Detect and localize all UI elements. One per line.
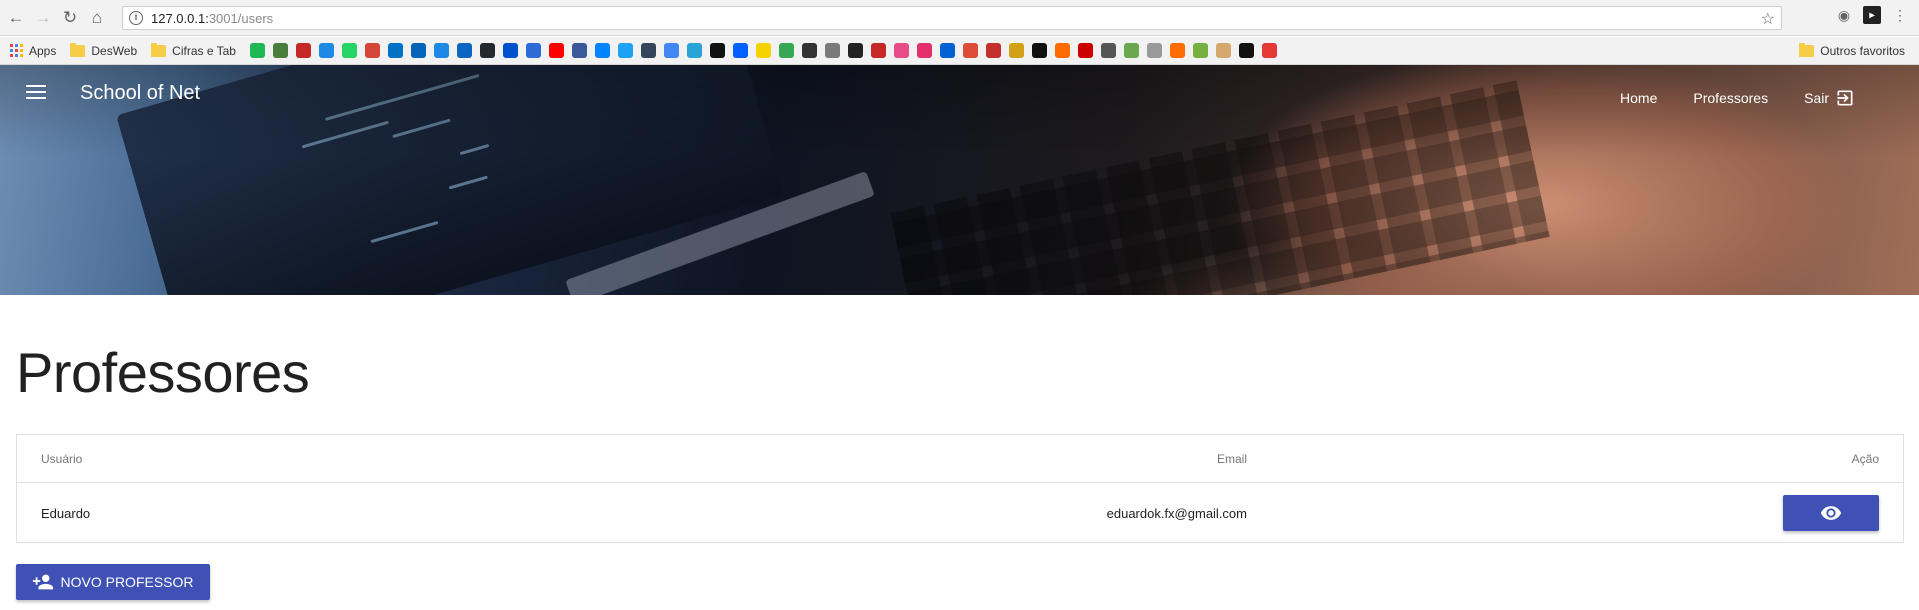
bookmark-favicon-icon[interactable] — [456, 43, 472, 58]
bookmark-favicon-icon[interactable] — [1008, 43, 1024, 58]
bookmark-star-icon[interactable]: ☆ — [1761, 9, 1775, 29]
address-bar[interactable]: i 127.0.0.1: 3001/users ☆ — [122, 6, 1782, 30]
bookmark-folder-label: DesWeb — [91, 43, 138, 58]
bookmark-favicon-icon[interactable] — [272, 43, 288, 58]
apps-grid-icon — [10, 44, 23, 57]
bookmark-folder-cifras[interactable]: Cifras e Tab — [151, 42, 236, 58]
bookmark-favicon-icon[interactable] — [778, 43, 794, 58]
bookmark-other-favorites[interactable]: Outros favoritos — [1799, 43, 1905, 58]
folder-icon — [70, 42, 86, 57]
view-user-button[interactable] — [1783, 495, 1879, 531]
bookmark-favicon-icon[interactable] — [893, 43, 909, 58]
back-icon[interactable]: ← — [5, 7, 27, 29]
bookmark-apps[interactable]: Apps — [10, 44, 56, 58]
column-header-usuario: Usuário — [41, 451, 83, 466]
more-menu-icon[interactable]: ⋮ — [1891, 6, 1909, 24]
bookmark-favicon-icon[interactable] — [571, 43, 587, 58]
table-row: Eduardo eduardok.fx@gmail.com — [17, 483, 1903, 543]
bookmark-favicon-icon[interactable] — [732, 43, 748, 58]
other-favorites-label: Outros favoritos — [1820, 44, 1905, 58]
home-icon[interactable]: ⌂ — [86, 7, 108, 29]
bookmark-favicon-icon[interactable] — [1238, 43, 1254, 58]
nav-sair[interactable]: Sair — [1804, 88, 1855, 108]
bookmark-favicon-icon[interactable] — [548, 43, 564, 58]
camera-icon[interactable]: ◉ — [1835, 6, 1853, 24]
nav-professores[interactable]: Professores — [1693, 90, 1768, 106]
bookmark-favicon-icon[interactable] — [985, 43, 1001, 58]
extension-icon[interactable]: ▸ — [1863, 6, 1881, 24]
bookmark-favicon-icon[interactable] — [433, 43, 449, 58]
bookmark-favicon-icon[interactable] — [962, 43, 978, 58]
nav-home[interactable]: Home — [1620, 90, 1657, 106]
cell-user: Eduardo — [41, 505, 91, 521]
bookmark-favicon-icon[interactable] — [640, 43, 656, 58]
page-title: Professores — [16, 341, 310, 404]
bookmarks-bar: Apps DesWeb Cifras e Tab Outros favorito… — [0, 37, 1919, 65]
forward-icon[interactable]: → — [32, 7, 54, 29]
bookmark-favicon-icon[interactable] — [525, 43, 541, 58]
bookmark-favicon-icon[interactable] — [686, 43, 702, 58]
bookmark-favicon-icon[interactable] — [364, 43, 380, 58]
reload-icon[interactable]: ↻ — [59, 7, 81, 29]
new-professor-button[interactable]: NOVO PROFESSOR — [16, 564, 210, 600]
cell-email: eduardok.fx@gmail.com — [1106, 505, 1247, 521]
folder-icon — [151, 42, 167, 57]
bookmark-favicon-icon[interactable] — [870, 43, 886, 58]
bookmark-favicon-icon[interactable] — [1215, 43, 1231, 58]
hamburger-menu-icon[interactable] — [26, 85, 46, 99]
bookmark-favicon-icon[interactable] — [755, 43, 771, 58]
bookmark-favicon-icon[interactable] — [341, 43, 357, 58]
bookmark-favicon-icon[interactable] — [847, 43, 863, 58]
bookmark-favicon-icon[interactable] — [617, 43, 633, 58]
bookmark-favicon-icon[interactable] — [801, 43, 817, 58]
person-add-icon — [33, 574, 54, 590]
header-hero-image: School of Net Home Professores Sair — [0, 65, 1919, 295]
bookmark-favicon-icon[interactable] — [1192, 43, 1208, 58]
bookmark-favicon-icon[interactable] — [479, 43, 495, 58]
bookmark-favicon-icon[interactable] — [1261, 43, 1277, 58]
apps-label: Apps — [29, 43, 57, 58]
bookmark-favicon-icon[interactable] — [1054, 43, 1070, 58]
bookmark-favicon-icon[interactable] — [295, 43, 311, 58]
cell-action — [1783, 483, 1879, 543]
users-table: Usuário Email Ação Eduardo eduardok.fx@g… — [16, 434, 1904, 543]
folder-icon — [1799, 43, 1815, 57]
column-header-email: Email — [1216, 451, 1247, 466]
toolbar-extensions: ◉ ▸ ⋮ — [1835, 6, 1919, 24]
bookmark-favicon-icon[interactable] — [249, 43, 265, 58]
bookmark-favicon-icon[interactable] — [594, 43, 610, 58]
top-navigation: Home Professores Sair — [1620, 88, 1855, 108]
new-professor-label: NOVO PROFESSOR — [60, 574, 194, 590]
bookmark-favicon-icon[interactable] — [1169, 43, 1185, 58]
nav-sair-label: Sair — [1804, 90, 1829, 106]
bookmark-favicon-icon[interactable] — [318, 43, 334, 58]
bookmark-favicon-icon[interactable] — [663, 43, 679, 58]
brand-title[interactable]: School of Net — [80, 82, 200, 105]
bookmark-favicon-icon[interactable] — [502, 43, 518, 58]
bookmark-favicon-icon[interactable] — [939, 43, 955, 58]
column-header-acao: Ação — [1851, 451, 1879, 466]
bookmark-favicons — [249, 43, 1285, 58]
bookmark-favicon-icon[interactable] — [1100, 43, 1116, 58]
bookmark-favicon-icon[interactable] — [824, 43, 840, 58]
exit-icon — [1837, 90, 1853, 106]
eye-icon — [1820, 506, 1842, 520]
url-host: 127.0.0.1: — [151, 10, 209, 26]
browser-toolbar: ← → ↻ ⌂ i 127.0.0.1: 3001/users ☆ ◉ ▸ ⋮ — [0, 0, 1919, 36]
bookmark-favicon-icon[interactable] — [387, 43, 403, 58]
table-header-row: Usuário Email Ação — [17, 435, 1903, 483]
bookmark-favicon-icon[interactable] — [1146, 43, 1162, 58]
bookmark-folder-label: Cifras e Tab — [172, 43, 236, 58]
url-path: 3001/users — [208, 10, 274, 26]
bookmark-favicon-icon[interactable] — [410, 43, 426, 58]
bookmark-favicon-icon[interactable] — [709, 43, 725, 58]
bookmark-folder-desweb[interactable]: DesWeb — [70, 42, 138, 58]
bookmark-favicon-icon[interactable] — [1031, 43, 1047, 58]
bookmark-favicon-icon[interactable] — [1123, 43, 1139, 58]
bookmark-favicon-icon[interactable] — [916, 43, 932, 58]
bookmark-favicon-icon[interactable] — [1077, 43, 1093, 58]
site-info-icon[interactable]: i — [129, 11, 143, 25]
